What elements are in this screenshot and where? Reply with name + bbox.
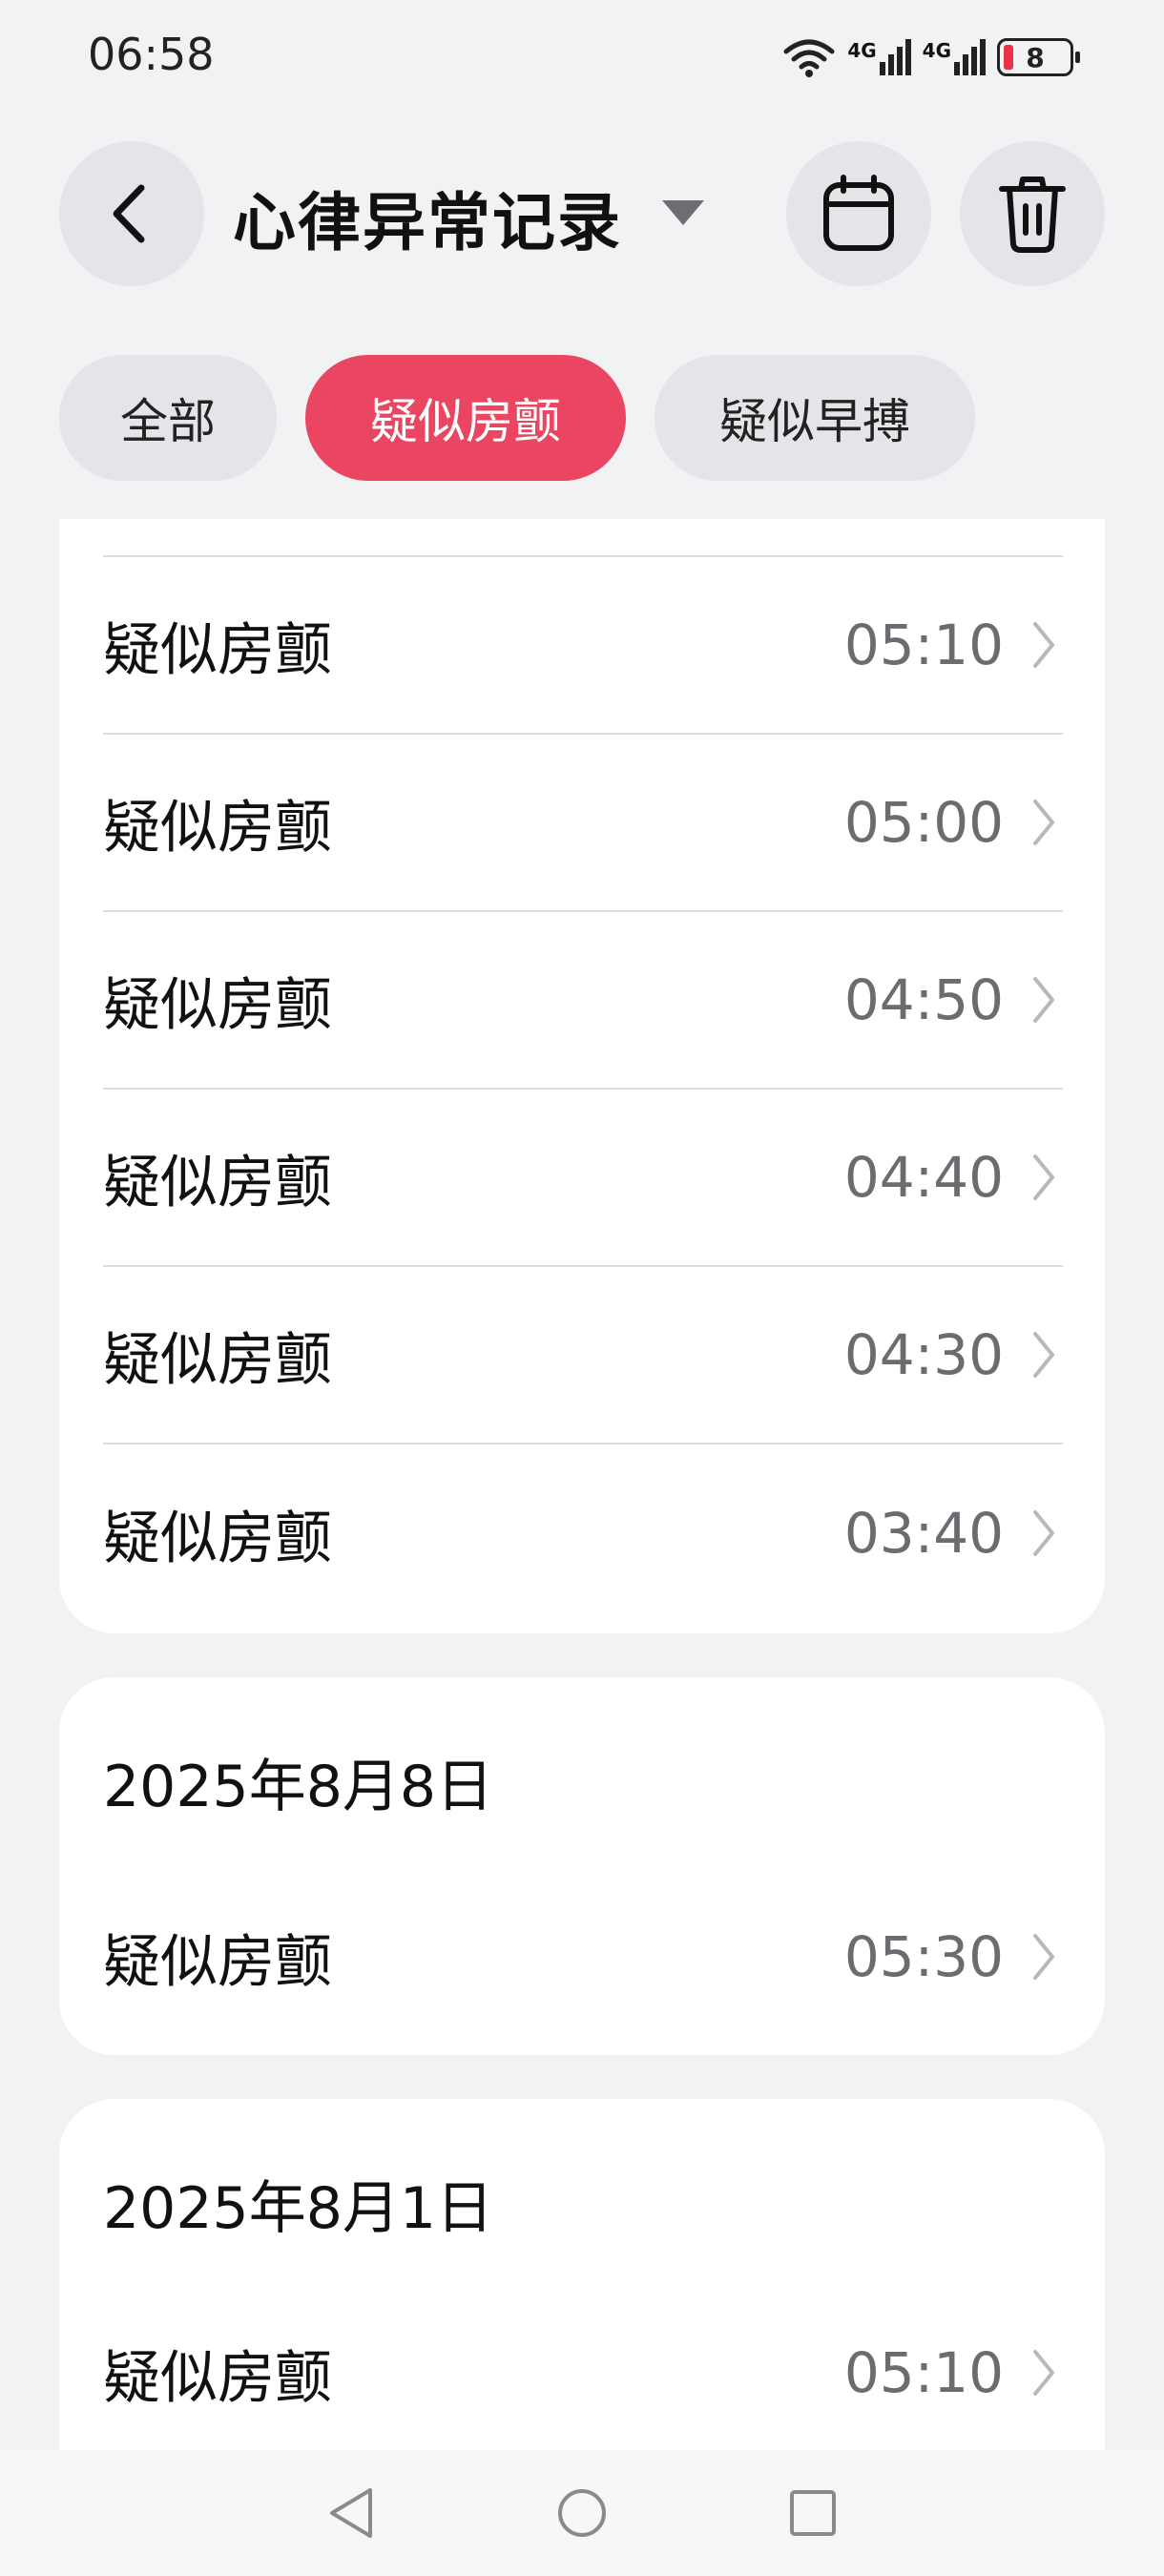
- status-icons: 4G 4G 8: [782, 31, 1080, 84]
- signal-4g-icon-2: 4G: [923, 39, 986, 75]
- tab-all[interactable]: 全部: [59, 355, 277, 481]
- record-row[interactable]: 疑似房颤 04:30: [103, 1267, 1063, 1444]
- record-group-card: 疑似房颤 05:10 疑似房颤 05:00 疑似房颤 04:50 疑似房颤 04…: [59, 519, 1105, 1633]
- chevron-right-icon: [1025, 971, 1063, 1028]
- chevron-right-icon: [1025, 616, 1063, 674]
- chevron-right-icon: [1025, 1326, 1063, 1383]
- record-time: 05:00: [843, 790, 1004, 855]
- chevron-right-icon: [1025, 2344, 1063, 2401]
- record-label: 疑似房颤: [103, 1326, 332, 1394]
- status-bar: 06:58 4G 4G 8: [0, 0, 1164, 114]
- nav-recents-icon[interactable]: [786, 2486, 840, 2540]
- record-row[interactable]: 疑似房颤 05:10: [103, 2284, 1063, 2462]
- record-label: 疑似房颤: [103, 794, 332, 862]
- record-label: 疑似房颤: [103, 971, 332, 1039]
- trash-icon: [999, 177, 1066, 253]
- calendar-button[interactable]: [786, 141, 931, 286]
- chevron-right-icon: [1025, 1928, 1063, 1985]
- record-row[interactable]: 疑似房颤 03:40: [103, 1444, 1063, 1622]
- group-date: 2025年8月8日: [103, 1754, 494, 1820]
- nav-back-icon[interactable]: [324, 2484, 378, 2542]
- record-group-card: 2025年8月1日 疑似房颤 05:10: [59, 2099, 1105, 2462]
- record-time: 05:10: [843, 2340, 1004, 2405]
- record-label: 疑似房颤: [103, 616, 332, 684]
- record-label: 疑似房颤: [103, 1149, 332, 1216]
- signal-4g-icon: 4G: [847, 39, 911, 75]
- record-time: 03:40: [843, 1501, 1004, 1566]
- signal-label-2: 4G: [922, 39, 951, 62]
- record-row[interactable]: 疑似房颤 05:10: [103, 557, 1063, 735]
- record-time: 04:50: [843, 967, 1004, 1032]
- system-nav-bar: [0, 2450, 1164, 2576]
- delete-button[interactable]: [960, 141, 1105, 286]
- record-row[interactable]: 疑似房颤 04:40: [103, 1090, 1063, 1267]
- record-row[interactable]: 疑似房颤 05:30: [103, 1868, 1063, 2046]
- record-time: 05:30: [843, 1924, 1004, 1989]
- wifi-icon: [783, 39, 835, 77]
- record-group-card: 2025年8月8日 疑似房颤 05:30: [59, 1677, 1105, 2055]
- tab-suspected-af[interactable]: 疑似房颤: [305, 355, 626, 481]
- chevron-right-icon: [1025, 1505, 1063, 1562]
- group-date: 2025年8月1日: [103, 2175, 494, 2242]
- chevron-right-icon: [1025, 794, 1063, 851]
- chevron-right-icon: [1025, 1149, 1063, 1206]
- record-row[interactable]: 疑似房颤 05:00: [103, 735, 1063, 912]
- status-time: 06:58: [88, 29, 215, 80]
- tab-suspected-premature-beat[interactable]: 疑似早搏: [655, 355, 975, 481]
- record-label: 疑似房颤: [103, 2344, 332, 2412]
- back-button[interactable]: [59, 141, 204, 286]
- battery-level: 8: [1026, 41, 1045, 73]
- record-time: 04:40: [843, 1145, 1004, 1210]
- nav-home-icon[interactable]: [555, 2486, 609, 2540]
- record-time: 05:10: [843, 613, 1004, 677]
- dropdown-triangle-icon[interactable]: [662, 200, 704, 225]
- record-label: 疑似房颤: [103, 1505, 332, 1572]
- record-label: 疑似房颤: [103, 1928, 332, 1996]
- battery-icon: 8: [997, 38, 1080, 76]
- record-row[interactable]: 疑似房颤 04:50: [103, 912, 1063, 1090]
- chevron-left-icon: [113, 184, 145, 243]
- page-title[interactable]: 心律异常记录: [233, 172, 622, 263]
- signal-label: 4G: [847, 39, 877, 62]
- record-time: 04:30: [843, 1322, 1004, 1387]
- calendar-icon: [823, 175, 894, 251]
